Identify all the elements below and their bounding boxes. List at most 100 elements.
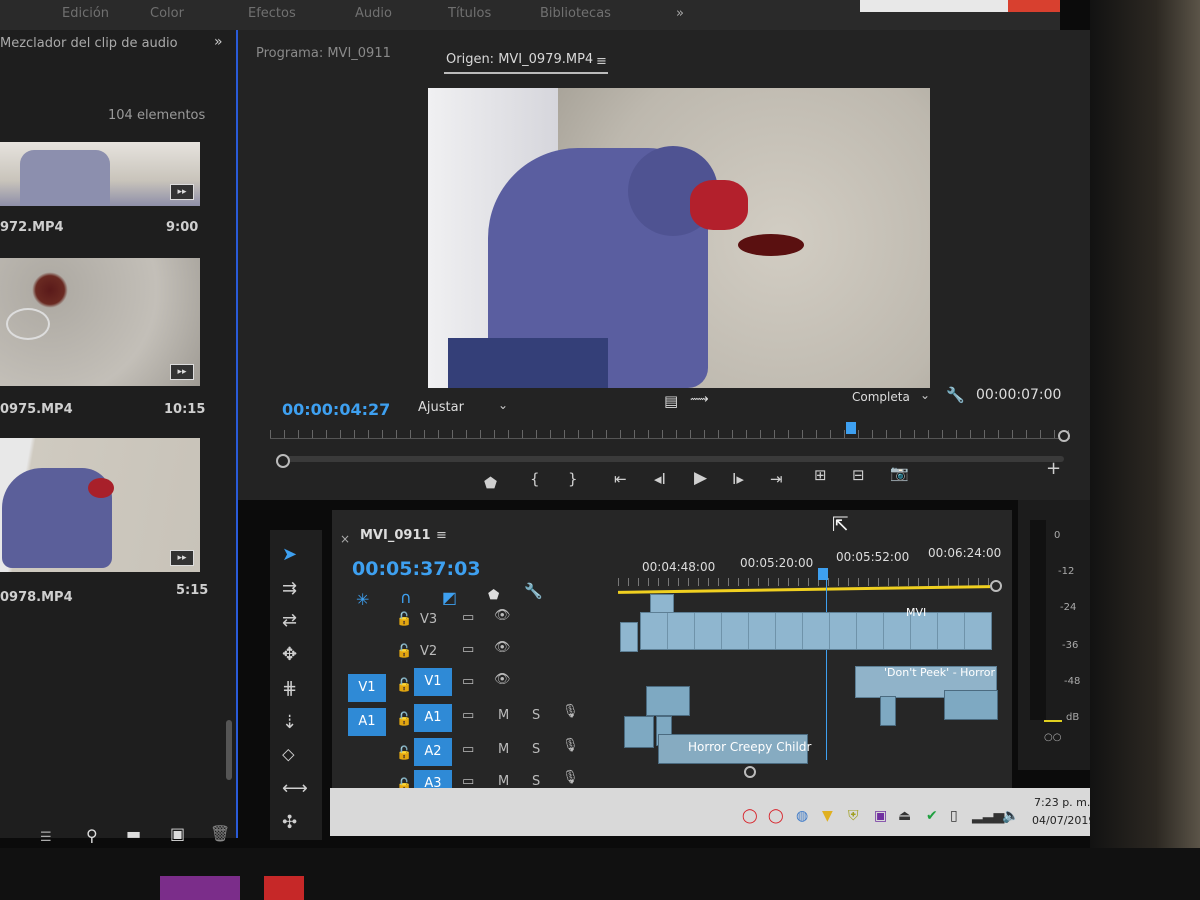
sequence-playhead[interactable] — [818, 568, 828, 580]
clip-thumbnail[interactable]: ▸▸ — [0, 258, 200, 386]
workspace-tab-color[interactable]: Color — [150, 6, 184, 21]
eye-icon[interactable]: 👁 — [494, 640, 511, 655]
sync-lock-icon[interactable]: ▭ — [462, 642, 474, 657]
video-clip-sequence[interactable] — [640, 612, 992, 650]
source-patch-a1[interactable]: A1 — [348, 708, 386, 736]
mark-in-icon[interactable]: { — [530, 470, 540, 488]
solo-button[interactable]: S — [532, 742, 540, 757]
microphone-icon[interactable]: 🎙 — [562, 738, 579, 753]
microphone-icon[interactable]: 🎙 — [562, 704, 579, 719]
lock-icon[interactable]: 🔓 — [396, 746, 412, 761]
volume-icon[interactable]: 🔈 — [1002, 808, 1019, 824]
new-item-icon[interactable]: ▣ — [170, 824, 185, 843]
clip-thumbnail[interactable]: ▸▸ — [0, 142, 200, 206]
taskbar-time[interactable]: 7:23 p. m. — [1034, 796, 1090, 809]
go-to-in-icon[interactable]: ⇤ — [614, 470, 627, 488]
sequence-menu-icon[interactable]: ≡ — [436, 528, 447, 543]
workspace-tab-efectos[interactable]: Efectos — [248, 6, 296, 21]
track-target-v1[interactable]: V1 — [414, 668, 452, 696]
microphone-icon[interactable]: 🎙 — [562, 770, 579, 785]
lock-icon[interactable]: 🔓 — [396, 678, 412, 693]
solo-button[interactable]: S — [532, 708, 540, 723]
sync-lock-icon[interactable]: ▭ — [462, 774, 474, 789]
lock-icon[interactable]: 🔓 — [396, 712, 412, 727]
play-icon[interactable]: ▶ — [694, 468, 707, 488]
rate-stretch-tool-icon[interactable]: ⋕ — [282, 678, 297, 699]
audio-clip[interactable] — [646, 686, 690, 716]
add-marker-icon[interactable]: ⬟ — [488, 588, 499, 603]
source-patch-v1[interactable]: V1 — [348, 674, 386, 702]
search-icon[interactable]: ⚲ — [86, 826, 98, 845]
quality-dropdown[interactable]: Completa — [852, 390, 910, 404]
scrollbar-handle[interactable] — [744, 766, 756, 778]
step-back-icon[interactable]: ◂Ι — [654, 470, 666, 488]
sequence-timecode[interactable]: 00:05:37:03 — [352, 558, 481, 580]
track-label-v2[interactable]: V2 — [420, 644, 437, 659]
wrench-icon[interactable]: 🔧 — [946, 386, 965, 404]
tab-source[interactable]: Origen: MVI_0979.MP4 — [446, 52, 593, 67]
signal-icon[interactable]: ▂▃▅ — [972, 808, 1004, 824]
snap-magnet-icon[interactable]: ∩ — [400, 588, 412, 607]
chevron-down-icon[interactable]: ⌄ — [920, 388, 930, 402]
folder-icon[interactable]: ▼ — [822, 808, 833, 824]
go-to-out-icon[interactable]: ⇥ — [770, 470, 783, 488]
clip-thumbnail[interactable]: ▸▸ — [0, 438, 200, 572]
shield-icon[interactable]: ⛨ — [848, 808, 859, 824]
razor-tool-icon[interactable]: ⇣ — [282, 712, 297, 733]
opera-icon[interactable]: ◯ — [742, 808, 758, 824]
taskbar-date[interactable]: 04/07/2019 — [1032, 814, 1095, 827]
camera-icon[interactable]: 📷 — [890, 464, 909, 482]
drag-audio-icon[interactable]: ⟿ — [690, 392, 709, 407]
project-scrollbar[interactable] — [226, 720, 232, 780]
nest-icon[interactable]: ✳ — [356, 590, 369, 609]
usb-icon[interactable]: ⏏ — [898, 808, 911, 824]
audio-clip[interactable] — [944, 690, 998, 720]
lock-icon[interactable]: 🔓 — [396, 612, 412, 627]
workspace-tab-audio[interactable]: Audio — [355, 6, 392, 21]
insert-icon[interactable]: ⊞ — [814, 466, 827, 484]
pen-tool-icon[interactable]: ⟷ — [282, 778, 308, 799]
sequence-tab[interactable]: MVI_0911 — [360, 528, 431, 543]
tab-program[interactable]: Programa: MVI_0911 — [256, 46, 391, 61]
more-workspaces-icon[interactable]: » — [676, 6, 684, 21]
ripple-edit-tool-icon[interactable]: ⇄ — [282, 610, 297, 631]
zoom-handle-left[interactable] — [276, 454, 290, 468]
track-target-a2[interactable]: A2 — [414, 738, 452, 766]
chevron-down-icon[interactable]: ⌄ — [498, 398, 508, 412]
check-icon[interactable]: ✔ — [926, 808, 938, 824]
mute-button[interactable]: M — [498, 742, 509, 757]
step-forward-icon[interactable]: Ι▸ — [732, 470, 744, 488]
audio-clip[interactable] — [880, 696, 896, 726]
mute-button[interactable]: M — [498, 708, 509, 723]
sync-lock-icon[interactable]: ▭ — [462, 610, 474, 625]
zoom-handle-right[interactable] — [1058, 430, 1070, 442]
workspace-tab-titulos[interactable]: Títulos — [448, 6, 491, 21]
hand-tool-icon[interactable]: ✣ — [282, 812, 297, 833]
timeline-zoom-handle[interactable] — [990, 580, 1002, 592]
rolling-edit-tool-icon[interactable]: ✥ — [282, 644, 297, 665]
sync-lock-icon[interactable]: ▭ — [462, 708, 474, 723]
wrench-icon[interactable]: 🔧 — [524, 582, 543, 600]
time-ruler[interactable] — [270, 430, 1070, 439]
workspace-tab-edicion[interactable]: Edición — [62, 6, 109, 21]
network-icon[interactable]: ◍ — [796, 808, 808, 824]
clip-name[interactable]: 0975.MP4 — [0, 402, 73, 417]
opera-icon[interactable]: ◯ — [768, 808, 784, 824]
slip-tool-icon[interactable]: ⬦ — [282, 744, 295, 765]
solo-meter-icon[interactable]: ○○ — [1044, 732, 1061, 743]
playhead[interactable] — [846, 422, 856, 434]
track-label-v3[interactable]: V3 — [420, 612, 437, 627]
taskbar-app-icon[interactable] — [264, 876, 304, 900]
add-button-icon[interactable]: + — [1046, 458, 1061, 479]
audio-clip[interactable] — [624, 716, 654, 748]
fit-dropdown[interactable]: Ajustar — [418, 400, 464, 415]
sync-lock-icon[interactable]: ▭ — [462, 742, 474, 757]
eye-icon[interactable]: 👁 — [494, 608, 511, 623]
new-bin-icon[interactable]: ▬ — [126, 824, 141, 843]
sync-lock-icon[interactable]: ▭ — [462, 674, 474, 689]
battery-icon[interactable]: ▯ — [950, 808, 958, 824]
clip-name[interactable]: 972.MP4 — [0, 220, 64, 235]
workspace-tab-bibliotecas[interactable]: Bibliotecas — [540, 6, 611, 21]
panel-overflow-icon[interactable]: » — [214, 34, 223, 50]
source-timecode[interactable]: 00:00:04:27 — [282, 400, 390, 419]
